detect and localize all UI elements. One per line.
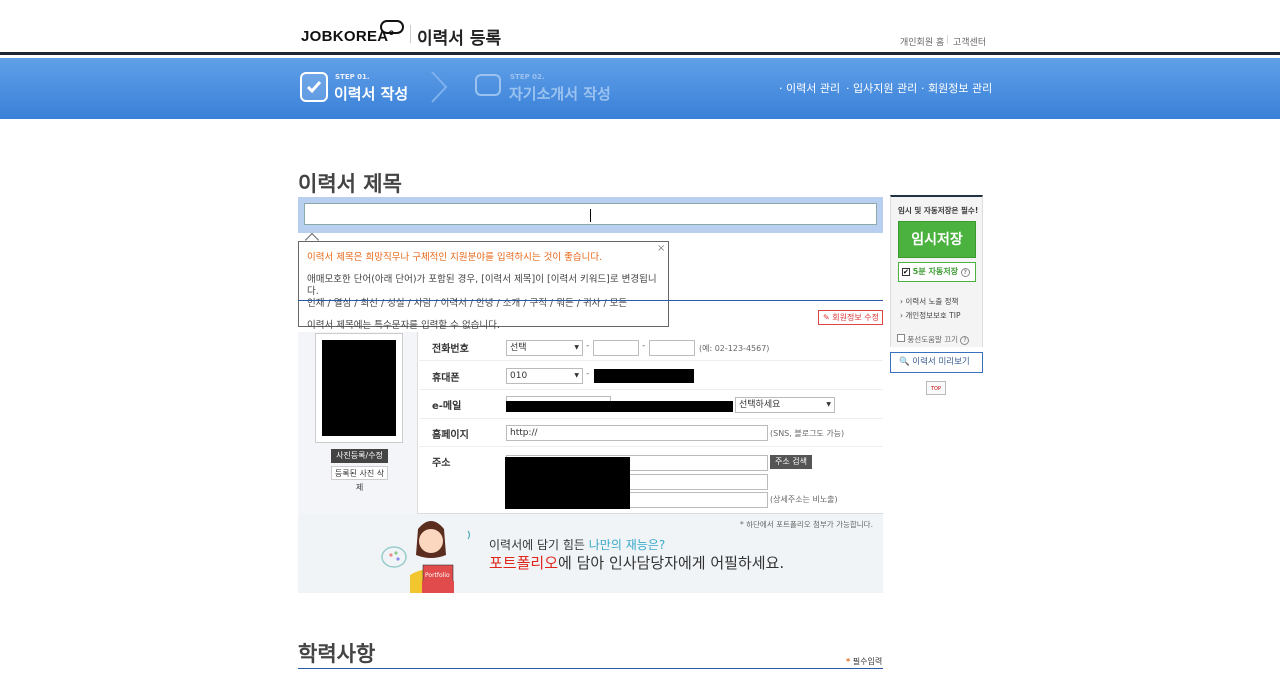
portfolio-subline: 포트폴리오에 담아 인사담당자에게 어필하세요. — [489, 554, 785, 572]
link-member-home[interactable]: 개인회원 홈 — [900, 35, 944, 48]
phone-label: 전화번호 — [432, 344, 469, 355]
mobile-redacted[interactable] — [594, 369, 694, 383]
email-redacted — [506, 401, 733, 412]
balloon-help-toggle[interactable]: 풍선도움말 끄기 ? — [897, 334, 970, 345]
phone-middle-input[interactable] — [593, 340, 639, 356]
header-divider — [410, 25, 411, 43]
link-exposure-policy[interactable]: › 이력서 노출 정책 — [900, 296, 958, 307]
help-icon[interactable]: ? — [960, 336, 970, 345]
step1-small: STEP 01. — [335, 73, 370, 81]
nav-member-manage[interactable]: · 회원정보 관리 — [921, 80, 992, 96]
tooltip-line1: 이력서 제목은 희망직무나 구체적인 지원분야를 입력하시는 것이 좋습니다. — [307, 252, 603, 263]
top-header — [0, 0, 1280, 55]
save-notice: 임시 및 자동저장은 필수! — [898, 206, 979, 215]
section-separator — [298, 300, 883, 301]
portfolio-girl-illustration: Portfolio — [381, 521, 471, 593]
svg-text:Portfolio: Portfolio — [425, 572, 450, 579]
check-icon — [300, 72, 328, 102]
photo-redacted — [322, 340, 396, 436]
scroll-top-button[interactable]: TOP — [926, 381, 946, 395]
address-search-button[interactable]: 주소 검색 — [770, 455, 812, 469]
photo-delete-button[interactable]: 등록된 사진 삭제 — [331, 466, 388, 492]
portfolio-note: * 하단에서 포트폴리오 첨부가 가능합니다. — [740, 520, 873, 529]
tooltip-line4: 이력서 제목에는 특수문자를 입력할 수 없습니다. — [307, 320, 500, 331]
logo-bubble-icon — [380, 20, 404, 34]
nav-resume-manage[interactable]: · 이력서 관리 — [779, 80, 840, 96]
help-icon[interactable]: ? — [960, 268, 970, 277]
phone-hint: (예: 02-123-4567) — [699, 344, 770, 353]
title-tooltip: 이력서 제목은 희망직무나 구체적인 지원분야를 입력하시는 것이 좋습니다. … — [298, 241, 669, 331]
required-note: * 필수입력 — [846, 657, 883, 666]
step-bar — [0, 58, 1280, 119]
step1-label[interactable]: 이력서 작성 — [334, 83, 408, 104]
email-domain-select[interactable]: 선택하세요 — [735, 397, 835, 413]
address-redacted — [505, 457, 630, 509]
page-title: 이력서 등록 — [417, 29, 502, 49]
homepage-hint: (SNS, 블로그도 가능) — [770, 429, 845, 438]
homepage-label: 홈페이지 — [432, 430, 469, 441]
checkbox-icon — [897, 334, 905, 342]
link-privacy-tip[interactable]: › 개인정보보호 TIP — [900, 310, 961, 321]
link-customer-center[interactable]: 고객센터 — [953, 35, 986, 48]
mobile-prefix-select[interactable]: 010 — [506, 368, 583, 384]
photo-edit-button[interactable]: 사진등록/수정 — [331, 449, 388, 463]
edit-member-info-button[interactable]: ✎ 회원정보 수정 — [818, 310, 883, 325]
address-hint: (상세주소는 비노출) — [770, 495, 838, 504]
link-divider: | — [946, 35, 950, 45]
temp-save-button[interactable]: 임시저장 — [898, 221, 976, 258]
phone-area-select[interactable]: 선택 — [506, 340, 583, 356]
education-heading: 학력사항 — [298, 642, 376, 666]
auto-save-toggle[interactable]: ✔ 5분 자동저장 ? — [898, 262, 976, 282]
portfolio-headline: 이력서에 담기 힘든 나만의 재능은? — [489, 538, 666, 552]
text-cursor — [590, 209, 591, 222]
homepage-input[interactable]: http:// — [506, 425, 768, 441]
profile-photo — [315, 333, 403, 443]
close-icon[interactable]: × — [657, 243, 665, 254]
address-label: 주소 — [432, 458, 451, 469]
mobile-label: 휴대폰 — [432, 373, 460, 384]
education-separator — [298, 668, 883, 669]
phone-last-input[interactable] — [649, 340, 695, 356]
auto-save-label: 5분 자동저장 — [912, 267, 958, 276]
tooltip-line2: 애매모호한 단어(아래 단어)가 포함된 경우, [이력서 제목]이 [이력서 … — [307, 274, 657, 297]
nav-application-manage[interactable]: · 입사지원 관리 — [846, 80, 917, 96]
step-arrow-icon — [431, 71, 448, 103]
resume-title-heading: 이력서 제목 — [298, 172, 402, 196]
balloon-help-label: 풍선도움말 끄기 — [907, 335, 959, 344]
dash: - — [586, 341, 590, 351]
step2-small: STEP 02. — [510, 73, 545, 81]
dash: - — [642, 341, 646, 351]
step2-label[interactable]: 자기소개서 작성 — [509, 83, 611, 104]
checkbox-checked-icon: ✔ — [902, 268, 910, 276]
search-icon: 🔍 — [899, 357, 910, 367]
resume-preview-button[interactable]: 🔍 이력서 미리보기 — [890, 352, 983, 373]
dash: - — [586, 369, 590, 379]
chat-bubble-icon — [475, 74, 501, 96]
email-label: e-메일 — [432, 401, 462, 412]
